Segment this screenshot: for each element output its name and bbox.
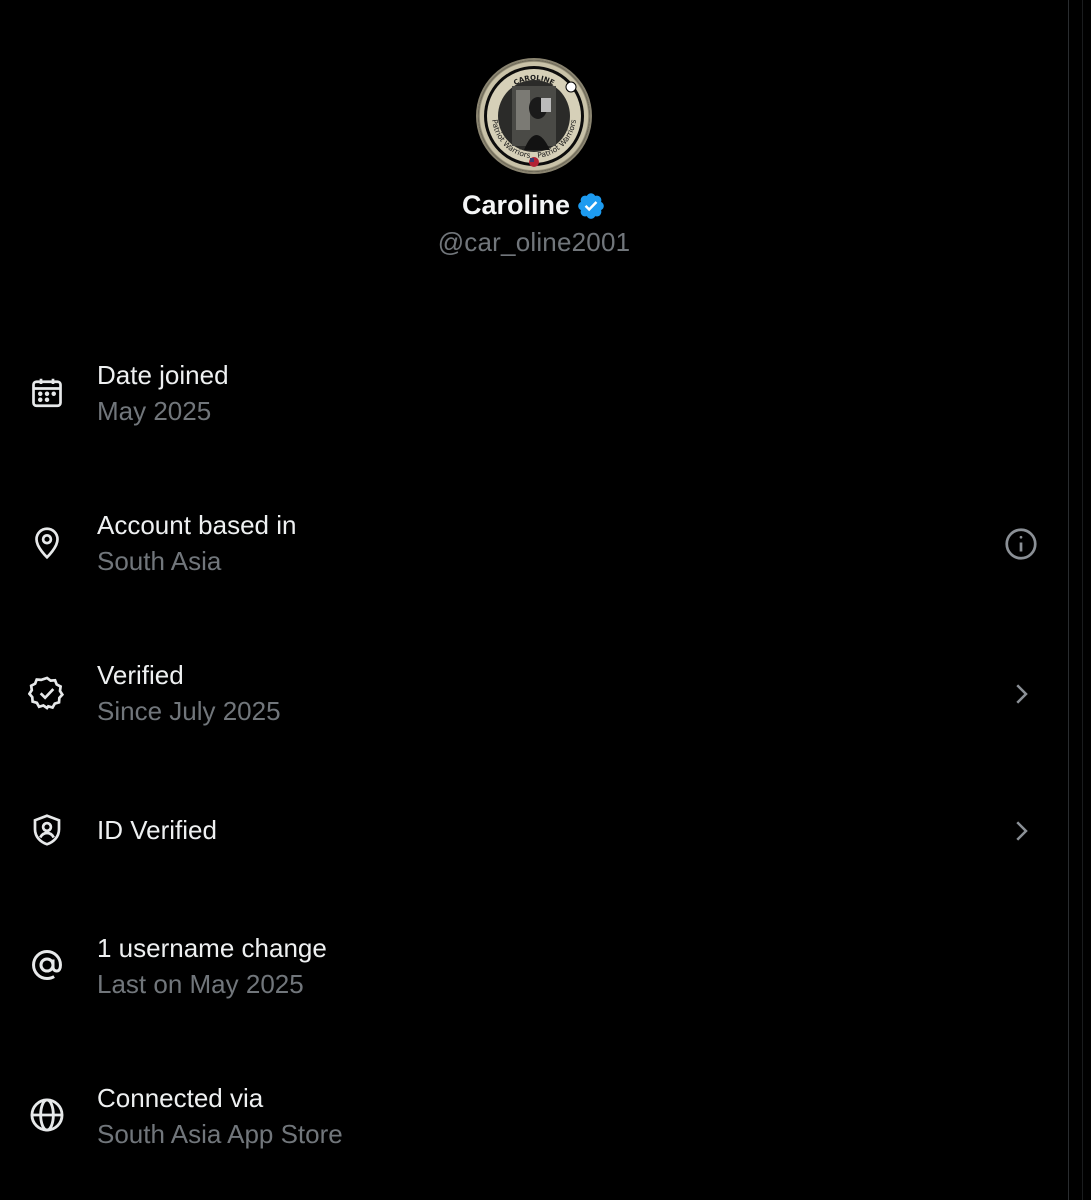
row-verified[interactable]: Verified Since July 2025 [0, 640, 1068, 750]
row-subtitle: Since July 2025 [97, 696, 281, 726]
display-name-row: Caroline [462, 190, 606, 221]
row-title: Connected via [97, 1083, 264, 1113]
panel-border [1068, 0, 1069, 1200]
scrollbar-track[interactable] [1082, 0, 1083, 1200]
row-title: ID Verified [97, 815, 217, 845]
row-connected-via: Connected via South Asia App Store [0, 1080, 1068, 1190]
row-title: Date joined [97, 360, 229, 390]
row-date-joined: Date joined May 2025 [0, 340, 1068, 450]
row-account-based-in: Account based in South Asia [0, 490, 1068, 600]
chevron-right-icon[interactable] [1000, 673, 1042, 715]
location-pin-icon [27, 523, 67, 563]
id-shield-icon [27, 810, 67, 850]
row-title: Account based in [97, 510, 297, 540]
verified-check-icon [27, 673, 67, 713]
row-subtitle: South Asia [97, 546, 222, 576]
row-subtitle: South Asia App Store [97, 1119, 343, 1149]
avatar-image: CAROLINE Patriot Warriors Patriot Warrio… [480, 62, 588, 170]
info-icon[interactable] [1000, 523, 1042, 565]
row-subtitle: Last on May 2025 [97, 969, 304, 999]
calendar-icon [27, 373, 67, 413]
globe-icon [27, 1095, 67, 1135]
row-id-verified[interactable]: ID Verified [0, 790, 1068, 900]
verified-badge-icon[interactable] [576, 191, 606, 221]
row-title: 1 username change [97, 933, 327, 963]
avatar[interactable]: CAROLINE Patriot Warriors Patriot Warrio… [478, 60, 590, 172]
at-sign-icon [27, 945, 67, 985]
row-username-change: 1 username change Last on May 2025 [0, 930, 1068, 1040]
chevron-right-icon[interactable] [1000, 810, 1042, 852]
row-title: Verified [97, 660, 184, 690]
handle[interactable]: @car_oline2001 [0, 227, 1068, 258]
row-subtitle: May 2025 [97, 396, 212, 426]
display-name: Caroline [461, 190, 571, 220]
profile-header: CAROLINE Patriot Warriors Patriot Warrio… [0, 60, 1068, 258]
